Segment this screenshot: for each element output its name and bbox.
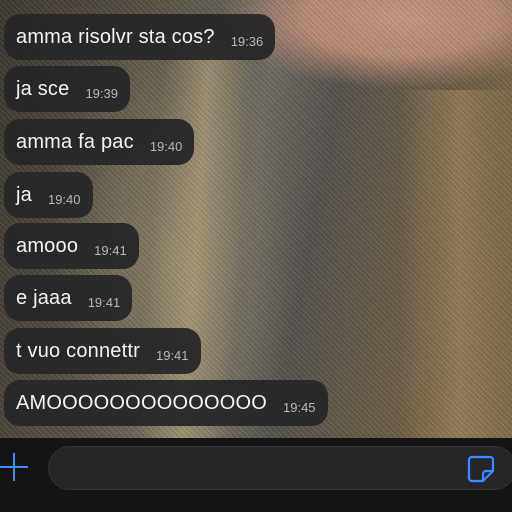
message-time: 19:40 <box>47 191 81 207</box>
message-bubble[interactable]: amooo 19:41 <box>4 223 139 269</box>
message-bubble[interactable]: amma fa pac 19:40 <box>4 119 195 165</box>
sticker-icon[interactable] <box>466 454 496 484</box>
message-time: 19:41 <box>94 242 127 258</box>
message-text: amma fa pac <box>16 130 134 153</box>
message-time: 19:41 <box>155 347 189 363</box>
wallpaper-hair-highlight <box>134 37 256 438</box>
wallpaper-hair-highlight <box>400 90 512 438</box>
message-time: 19:39 <box>85 85 118 101</box>
message-text: amma risolvr sta cos? <box>16 25 215 48</box>
message-text: AMOOOOOOOOOOOOOO <box>16 391 267 414</box>
message-text: ja <box>16 183 32 206</box>
message-bubble[interactable]: ja sce 19:39 <box>4 66 130 112</box>
plus-icon[interactable] <box>0 452 30 482</box>
message-text: t vuo connettr <box>16 339 140 362</box>
message-text: ja sce <box>16 77 70 100</box>
message-bubble[interactable]: ja 19:40 <box>4 172 93 218</box>
message-bubble[interactable]: AMOOOOOOOOOOOOOO 19:45 <box>4 380 328 426</box>
message-text: amooo <box>16 234 79 257</box>
message-time: 19:45 <box>283 399 316 415</box>
message-bubble[interactable]: t vuo connettr 19:41 <box>4 328 201 374</box>
message-input[interactable] <box>48 446 512 490</box>
message-bubble[interactable]: e jaaa 19:41 <box>4 275 133 321</box>
message-time: 19:41 <box>87 294 121 310</box>
message-bubble[interactable]: amma risolvr sta cos? 19:36 <box>4 14 276 60</box>
message-time: 19:36 <box>230 33 264 49</box>
message-text: e jaaa <box>16 286 72 309</box>
message-time: 19:40 <box>149 138 183 154</box>
